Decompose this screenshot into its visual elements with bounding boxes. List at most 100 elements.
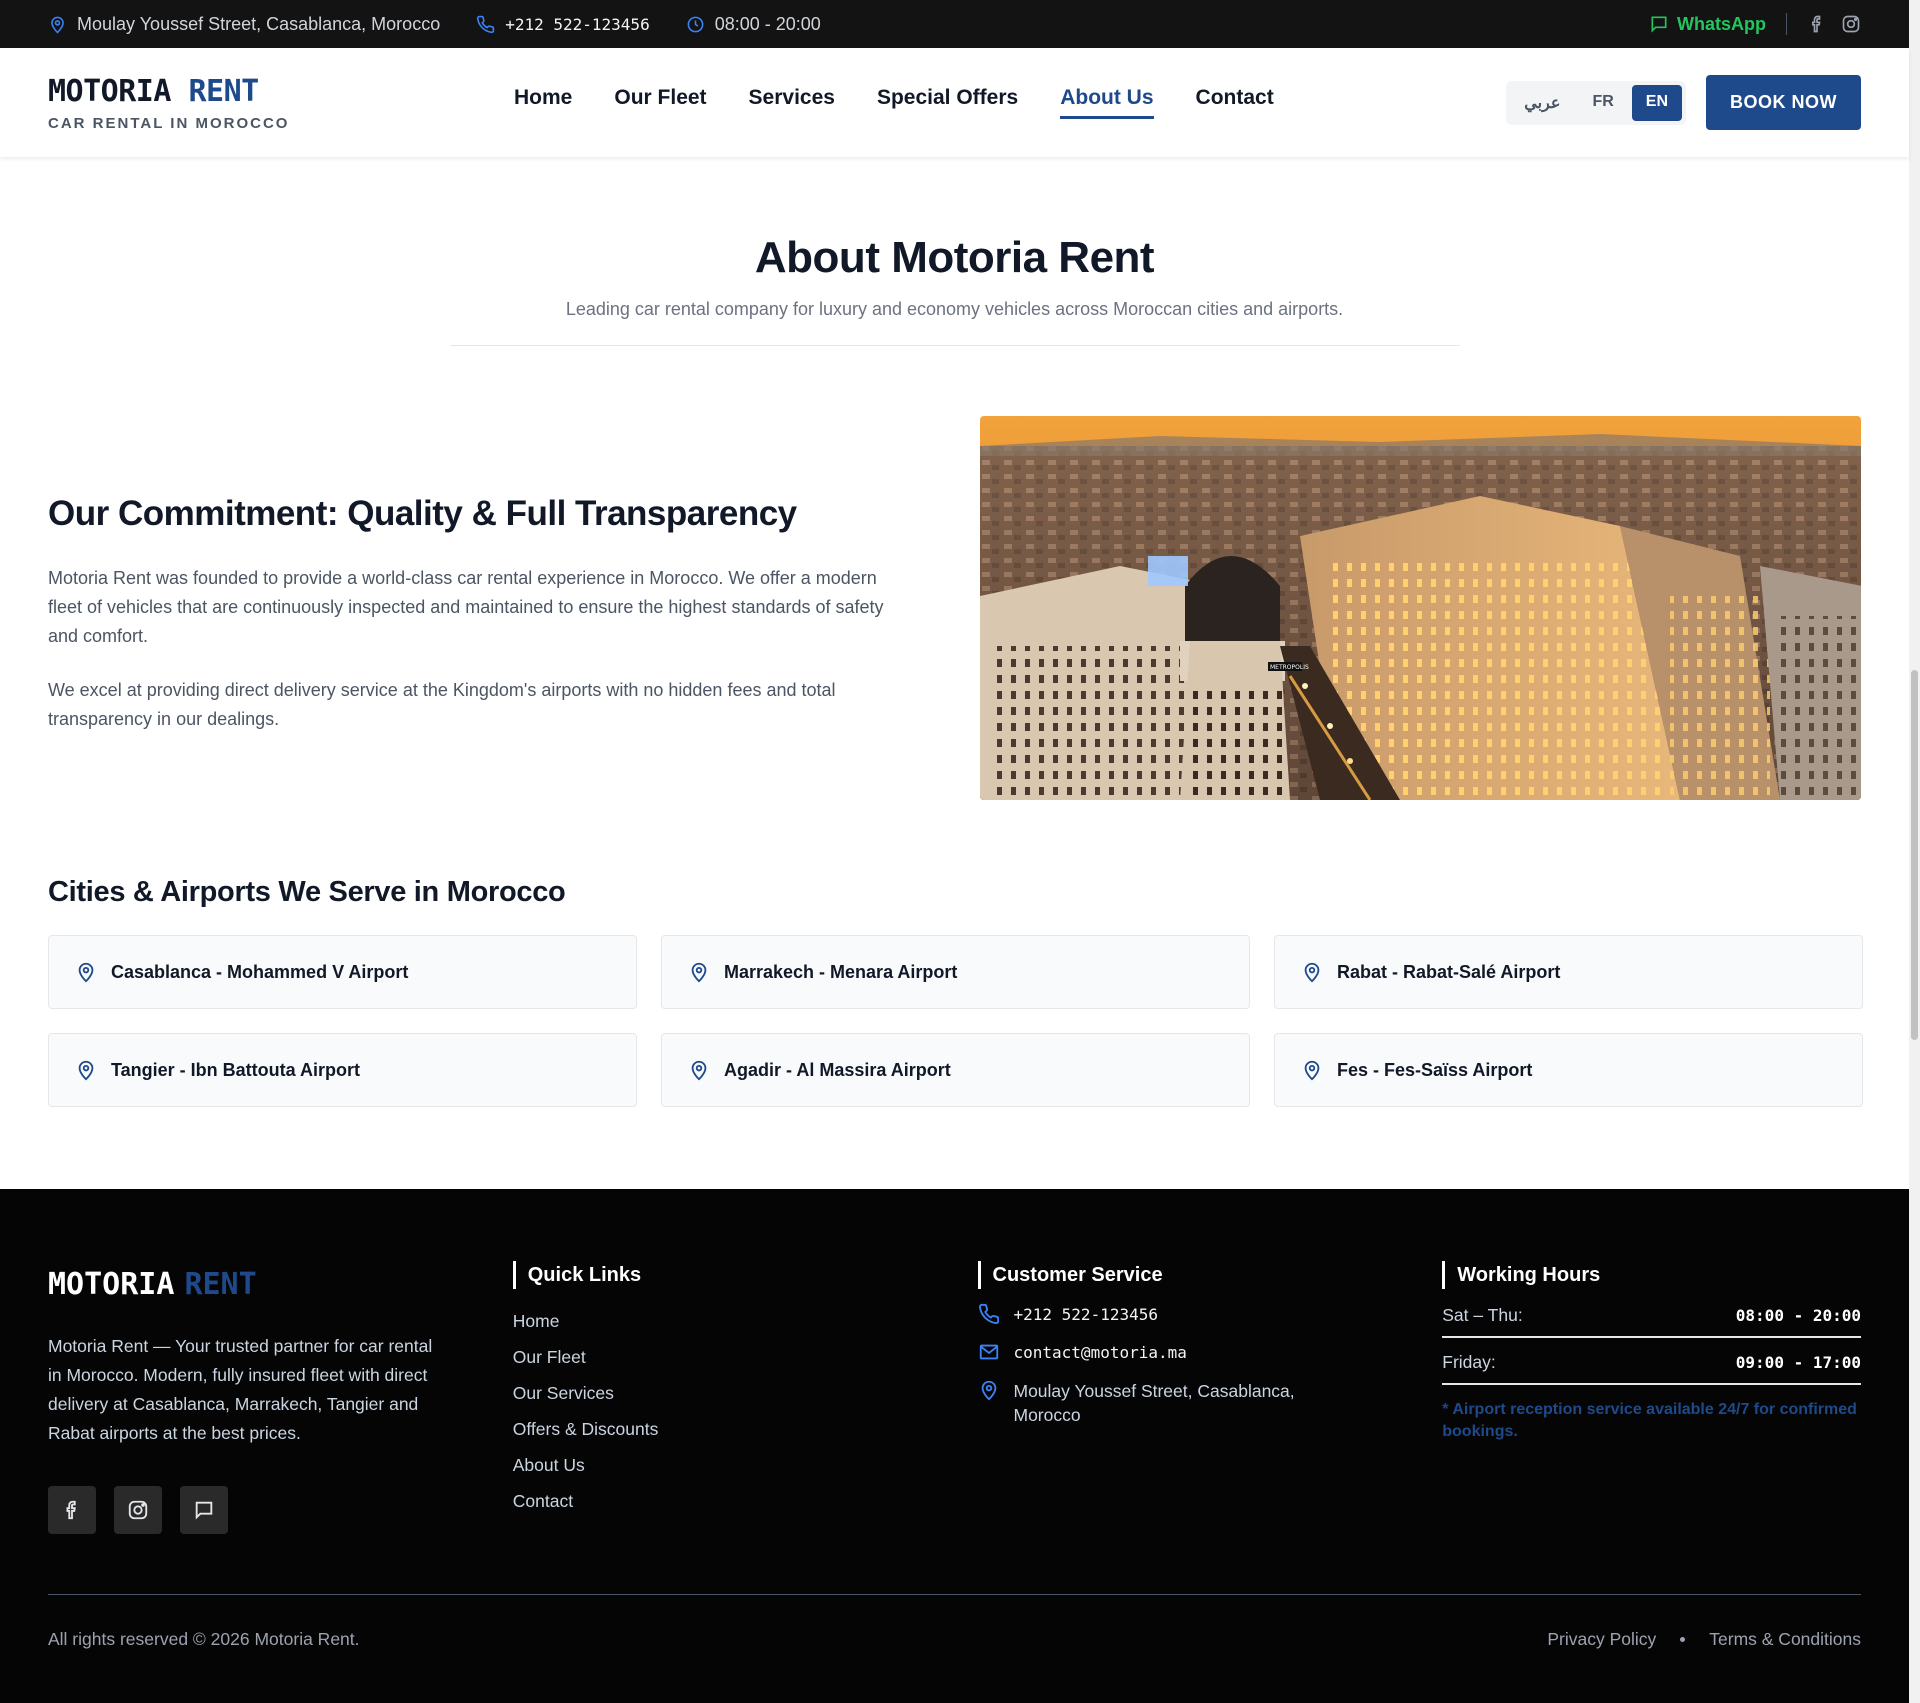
- footer-link-home[interactable]: Home: [513, 1303, 978, 1339]
- city-label: Agadir - Al Massira Airport: [724, 1059, 951, 1080]
- instagram-icon[interactable]: [1841, 14, 1861, 34]
- instagram-icon: [128, 1500, 148, 1520]
- footer-phone[interactable]: +212 522-123456: [978, 1303, 1443, 1327]
- city-card: Casablanca - Mohammed V Airport: [48, 935, 637, 1009]
- commitment-section: Our Commitment: Quality & Full Transpare…: [0, 346, 1909, 800]
- location-pin-icon: [1304, 962, 1320, 983]
- footer-link-about-us[interactable]: About Us: [513, 1447, 978, 1483]
- footer-logo[interactable]: MOTORIA RENT: [48, 1267, 513, 1302]
- whatsapp-link[interactable]: WhatsApp: [1649, 14, 1766, 35]
- location-pin-icon: [1304, 1060, 1320, 1081]
- customer-service-title: Customer Service: [977, 1261, 1443, 1289]
- footer-facebook-button[interactable]: [48, 1486, 96, 1534]
- city-card: Fes - Fes-Saïss Airport: [1274, 1033, 1863, 1107]
- quick-links-list: Home Our Fleet Our Services Offers & Dis…: [513, 1303, 978, 1519]
- contact-list: +212 522-123456 contact@motoria.ma Moula…: [978, 1303, 1443, 1427]
- hours-day: Friday:: [1442, 1352, 1496, 1372]
- footer-social: [48, 1486, 513, 1534]
- footer-address: Moulay Youssef Street, Casablanca, Moroc…: [978, 1379, 1443, 1427]
- cities-grid: Casablanca - Mohammed V Airport Marrakec…: [48, 935, 1863, 1107]
- lang-ar[interactable]: عربي: [1510, 85, 1574, 121]
- topbar-phone-text: +212 522-123456: [505, 14, 650, 34]
- legal-separator: [1680, 1637, 1686, 1642]
- footer-link-our-services[interactable]: Our Services: [513, 1375, 978, 1411]
- topbar-phone[interactable]: +212 522-123456: [476, 15, 650, 34]
- chat-icon: [1651, 16, 1667, 33]
- scrollbar-thumb[interactable]: [1911, 670, 1918, 1040]
- logo-main: MOTORIA: [48, 73, 171, 109]
- city-label: Casablanca - Mohammed V Airport: [111, 961, 409, 982]
- topbar-hours-text: 08:00 - 20:00: [714, 13, 821, 34]
- page-scrollbar[interactable]: [1909, 0, 1920, 1703]
- footer-whatsapp-button[interactable]: [180, 1486, 228, 1534]
- location-pin-icon: [691, 962, 707, 983]
- location-pin-icon: [78, 962, 94, 983]
- location-pin-icon: [981, 1380, 996, 1401]
- nav-our-fleet[interactable]: Our Fleet: [614, 86, 706, 119]
- footer-email-text: contact@motoria.ma: [1013, 1343, 1187, 1362]
- phone-icon: [978, 1303, 999, 1324]
- language-switcher: عربي FR EN: [1506, 80, 1686, 125]
- footer-phone-text: +212 522-123456: [1013, 1305, 1159, 1324]
- page-title: About Motoria Rent: [754, 233, 1155, 282]
- location-pin-icon: [78, 1060, 94, 1081]
- commitment-paragraph-2: We excel at providing direct delivery se…: [48, 680, 836, 729]
- mail-icon: [979, 1344, 998, 1360]
- footer-bottom: All rights reserved © 2026 Motoria Rent.…: [48, 1594, 1861, 1650]
- main-nav: Home Our Fleet Services Special Offers A…: [514, 86, 1274, 119]
- nav-home[interactable]: Home: [514, 86, 572, 119]
- privacy-policy-link[interactable]: Privacy Policy: [1547, 1629, 1656, 1650]
- phone-icon: [477, 15, 495, 33]
- nav-services[interactable]: Services: [749, 86, 835, 119]
- page-subtitle: Leading car rental company for luxury an…: [565, 299, 1344, 319]
- city-label: Rabat - Rabat-Salé Airport: [1337, 961, 1561, 982]
- nav-special-offers[interactable]: Special Offers: [877, 86, 1018, 119]
- location-pin-icon: [691, 1060, 707, 1081]
- top-bar: Moulay Youssef Street, Casablanca, Moroc…: [0, 0, 1909, 48]
- footer-customer-service: Customer Service +212 522-123456 contact…: [977, 1261, 1443, 1534]
- cities-title: Cities & Airports We Serve in Morocco: [48, 876, 566, 908]
- footer-about: MOTORIA RENT Motoria Rent — Your trusted …: [48, 1261, 513, 1534]
- quick-links-title: Quick Links: [512, 1261, 978, 1289]
- city-card: Marrakech - Menara Airport: [661, 935, 1250, 1009]
- topbar-hours: 08:00 - 20:00: [686, 14, 821, 35]
- logo[interactable]: MOTORIA RENT CAR RENTAL IN MOROCCO: [48, 74, 388, 132]
- cities-section: Cities & Airports We Serve in Morocco Ca…: [0, 800, 1909, 1107]
- city-image: METROPOLIS: [979, 416, 1861, 800]
- working-hours-title: Working Hours: [1442, 1261, 1861, 1289]
- lang-fr[interactable]: FR: [1578, 85, 1627, 121]
- footer-instagram-button[interactable]: [114, 1486, 162, 1534]
- nav-contact[interactable]: Contact: [1196, 86, 1274, 119]
- nav-about-us[interactable]: About Us: [1060, 86, 1154, 119]
- footer-logo-main: MOTORIA: [48, 1267, 175, 1302]
- legal-links: Privacy Policy Terms & Conditions: [1547, 1629, 1861, 1650]
- commitment-text: Our Commitment: Quality & Full Transpare…: [48, 416, 900, 800]
- lang-en[interactable]: EN: [1631, 84, 1682, 121]
- city-label: Marrakech - Menara Airport: [724, 961, 958, 982]
- facebook-icon: [66, 1500, 76, 1520]
- hours-day: Sat – Thu:: [1442, 1305, 1523, 1325]
- footer-link-offers[interactable]: Offers & Discounts: [513, 1411, 978, 1447]
- metropolis-sign-text: METROPOLIS: [1270, 664, 1309, 671]
- footer-email[interactable]: contact@motoria.ma: [978, 1341, 1443, 1365]
- clock-icon: [687, 16, 704, 32]
- main-header: MOTORIA RENT CAR RENTAL IN MOROCCO Home …: [0, 48, 1909, 157]
- footer-address-text: Moulay Youssef Street, Casablanca, Moroc…: [1013, 1381, 1295, 1425]
- footer-link-contact[interactable]: Contact: [513, 1483, 978, 1519]
- facebook-icon[interactable]: [1807, 14, 1827, 34]
- copyright: All rights reserved © 2026 Motoria Rent.: [48, 1629, 360, 1649]
- footer-working-hours: Working Hours Sat – Thu: 08:00 - 20:00 F…: [1442, 1261, 1862, 1534]
- whatsapp-label: WhatsApp: [1677, 13, 1766, 34]
- footer-link-our-fleet[interactable]: Our Fleet: [513, 1339, 978, 1375]
- city-label: Tangier - Ibn Battouta Airport: [111, 1059, 360, 1080]
- logo-tagline: CAR RENTAL IN MOROCCO: [48, 114, 290, 132]
- commitment-paragraph-1: Motoria Rent was founded to provide a wo…: [48, 568, 884, 646]
- commitment-title: Our Commitment: Quality & Full Transpare…: [48, 494, 797, 533]
- terms-link[interactable]: Terms & Conditions: [1709, 1629, 1861, 1650]
- topbar-divider: [1786, 13, 1787, 35]
- hours-note: * Airport reception service available 24…: [1442, 1401, 1857, 1440]
- footer-logo-accent: RENT: [184, 1267, 257, 1302]
- book-now-button[interactable]: BOOK NOW: [1706, 75, 1861, 130]
- location-pin-icon: [51, 16, 64, 33]
- city-label: Fes - Fes-Saïss Airport: [1337, 1059, 1533, 1080]
